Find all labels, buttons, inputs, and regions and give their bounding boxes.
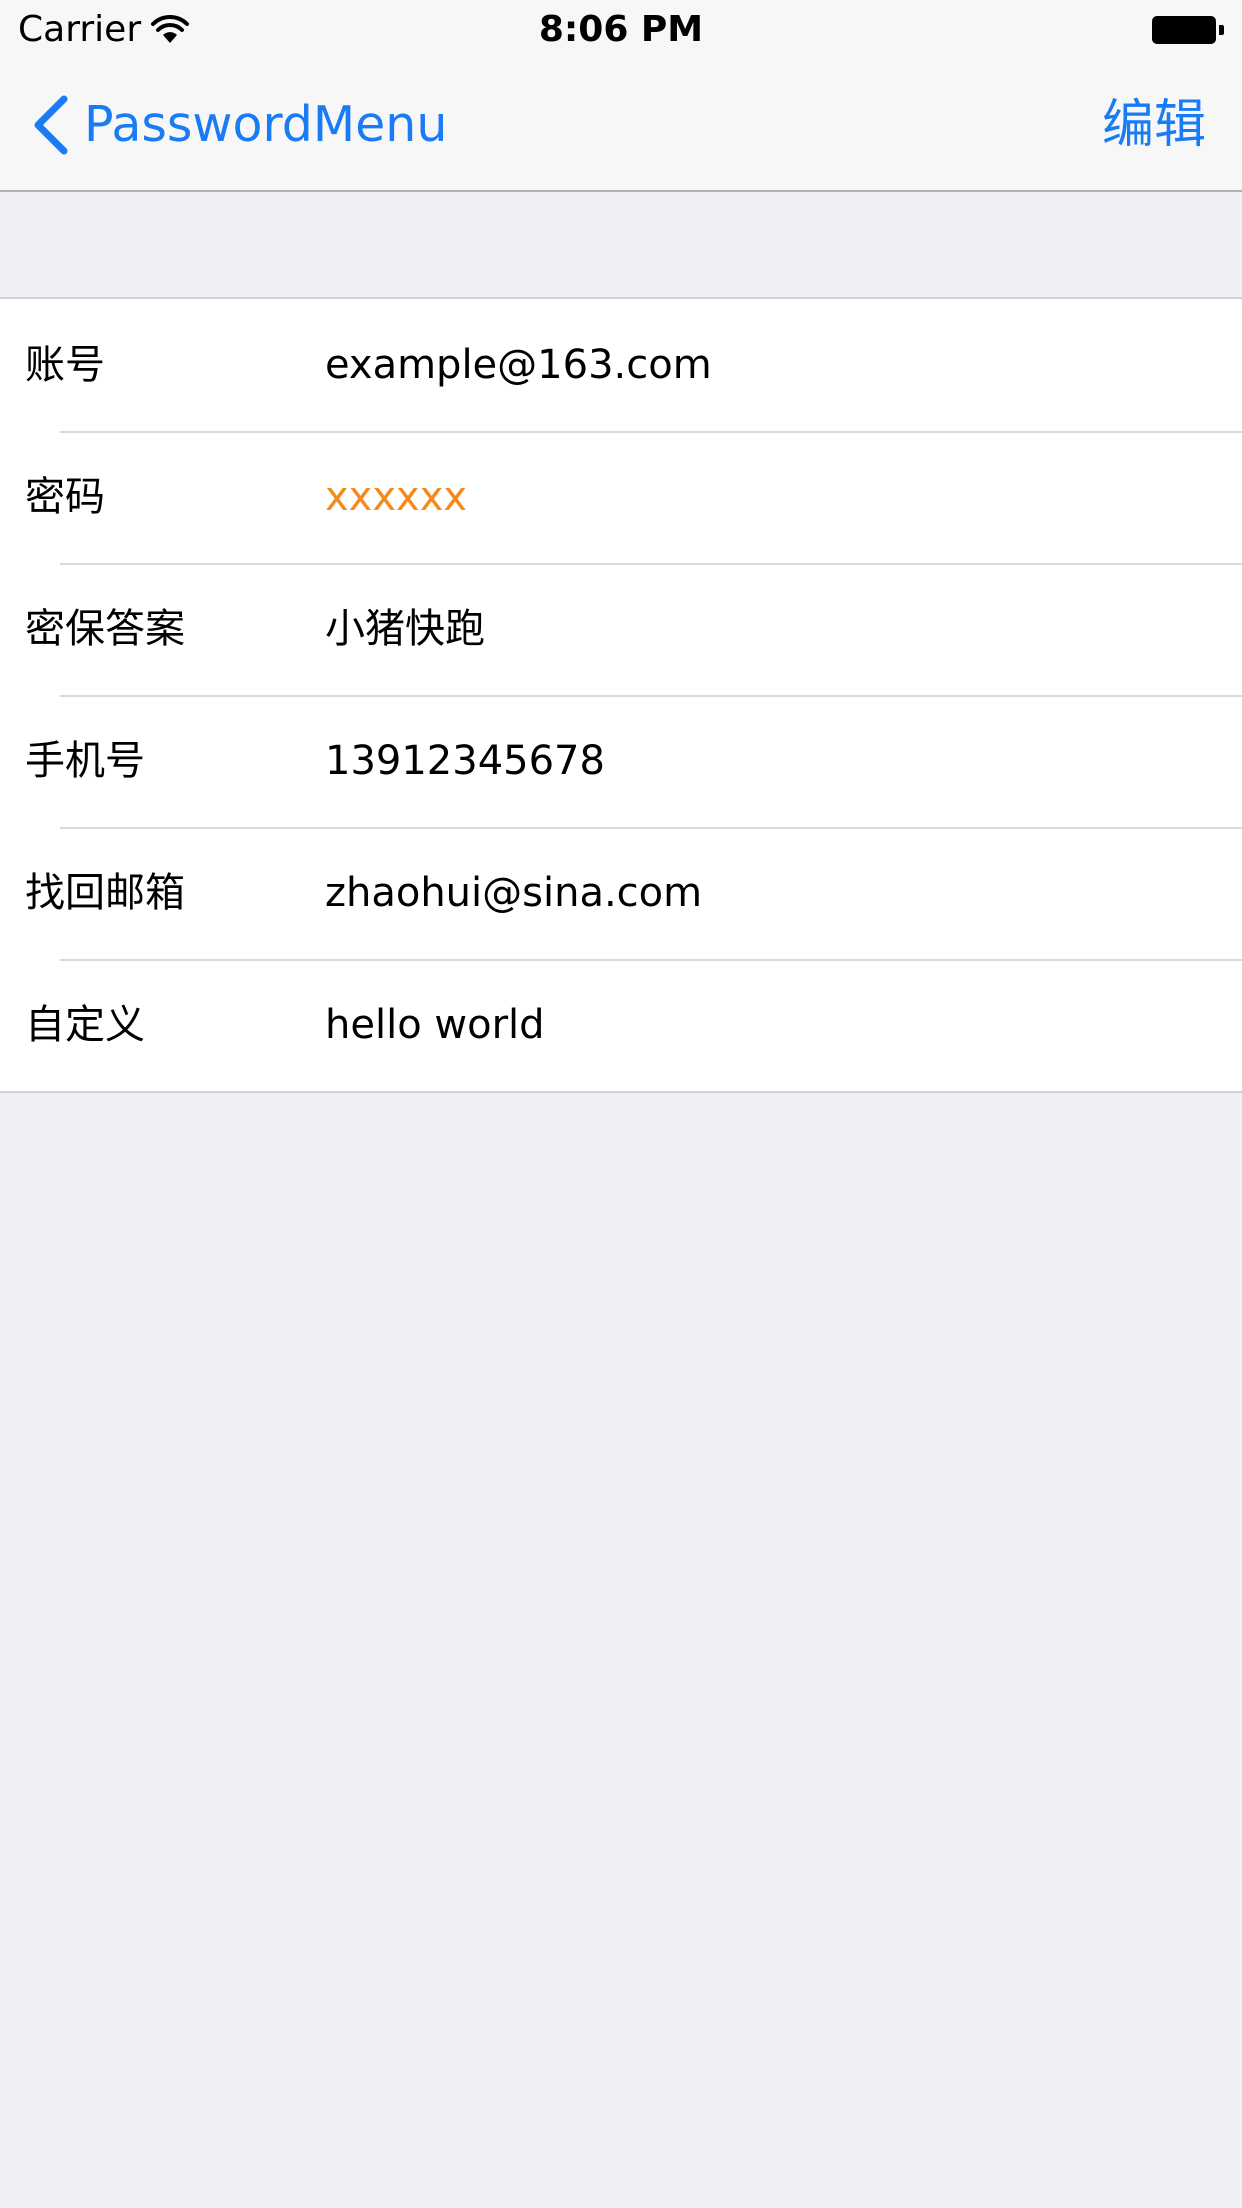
status-bar: Carrier 8:06 PM	[0, 0, 1242, 60]
row-label: 账号	[25, 342, 105, 388]
row-value: 13912345678	[325, 738, 605, 784]
row-value: 小猪快跑	[325, 606, 485, 652]
table-row-account[interactable]: 账号 example@163.com	[0, 299, 1242, 431]
row-label: 密保答案	[25, 606, 185, 652]
edit-button[interactable]: 编辑	[1102, 90, 1206, 160]
table-row-security-answer[interactable]: 密保答案 小猪快跑	[0, 563, 1242, 695]
row-label: 密码	[25, 474, 105, 520]
row-value: xxxxxx	[325, 474, 468, 520]
account-detail-table: 账号 example@163.com 密码 xxxxxx 密保答案 小猪快跑 手…	[0, 297, 1242, 1093]
screen: Carrier 8:06 PM PasswordMenu 编辑 账号 examp…	[0, 0, 1242, 2208]
row-label: 手机号	[25, 738, 145, 784]
back-button-label: PasswordMenu	[84, 96, 448, 153]
battery-icon	[1152, 16, 1224, 44]
table-row-custom[interactable]: 自定义 hello world	[0, 959, 1242, 1091]
row-label: 找回邮箱	[25, 870, 185, 916]
row-value: zhaohui@sina.com	[325, 870, 703, 916]
chevron-left-icon	[34, 95, 68, 155]
row-value: example@163.com	[325, 342, 712, 388]
row-value: hello world	[325, 1002, 545, 1048]
back-button[interactable]: PasswordMenu	[30, 90, 447, 160]
navigation-bar: PasswordMenu 编辑	[0, 60, 1242, 192]
row-label: 自定义	[25, 1002, 145, 1048]
table-row-recovery-email[interactable]: 找回邮箱 zhaohui@sina.com	[0, 827, 1242, 959]
table-row-password[interactable]: 密码 xxxxxx	[0, 431, 1242, 563]
table-row-phone[interactable]: 手机号 13912345678	[0, 695, 1242, 827]
status-time: 8:06 PM	[538, 9, 704, 50]
